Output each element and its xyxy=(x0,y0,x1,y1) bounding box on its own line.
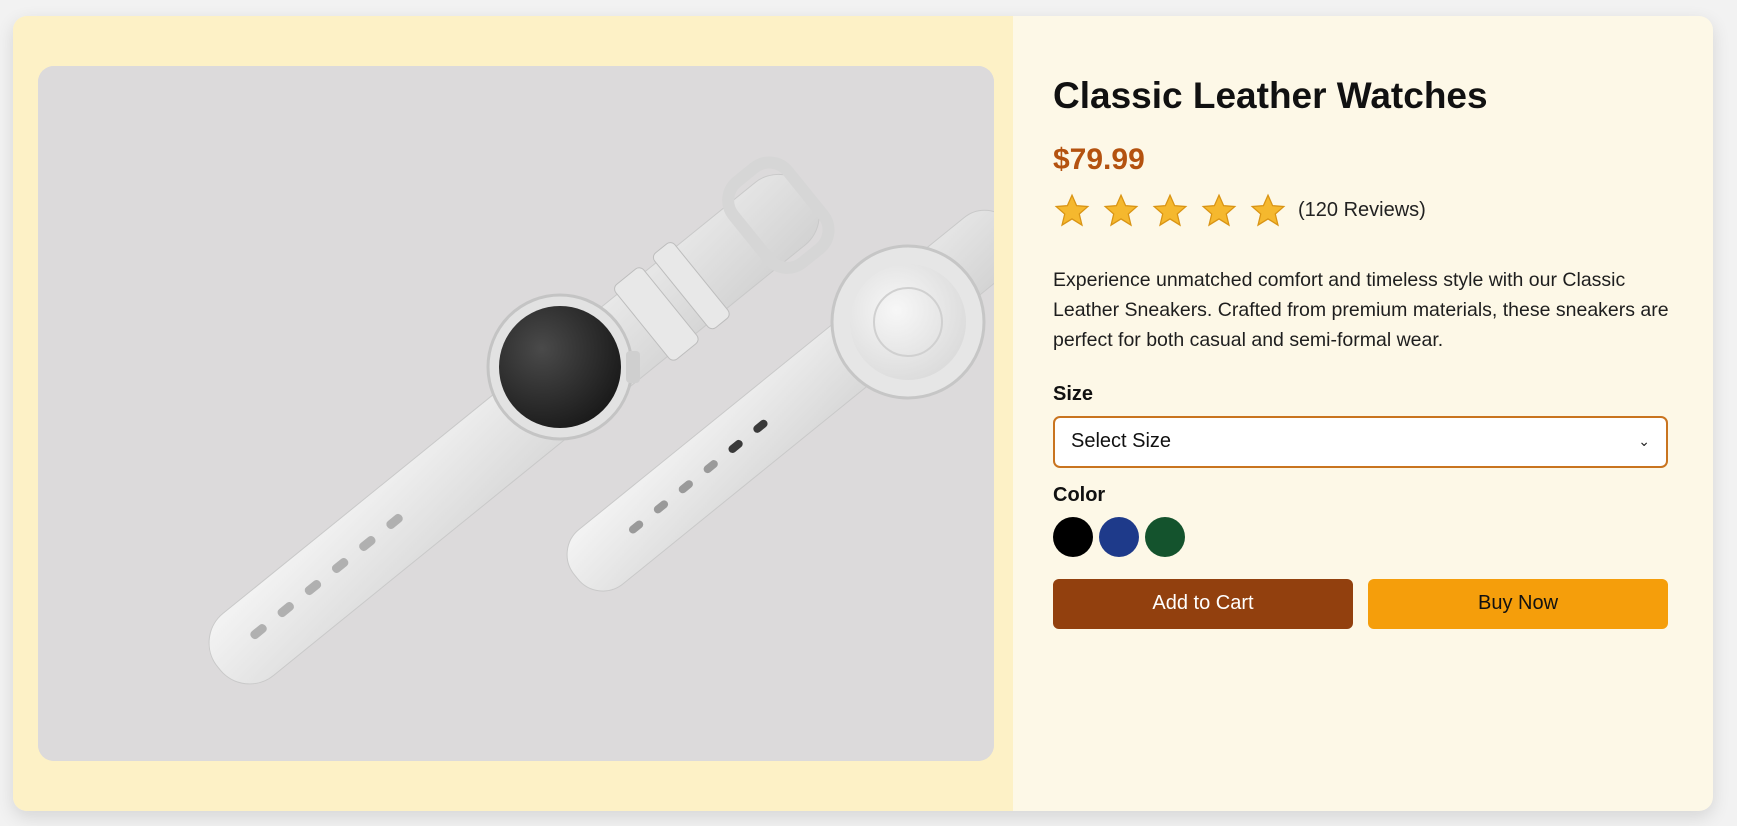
color-swatch-green[interactable] xyxy=(1145,516,1185,557)
product-info: Classic Leather Watches $79.99 (120 Revi… xyxy=(1013,16,1713,811)
size-label: Size xyxy=(1053,382,1094,405)
action-buttons: Add to Cart Buy Now xyxy=(1053,578,1673,629)
buy-now-button[interactable]: Buy Now xyxy=(1368,578,1668,629)
star-icon xyxy=(1054,193,1090,227)
image-panel xyxy=(13,16,1013,811)
product-price: $79.99 xyxy=(1053,142,1145,176)
color-label: Color xyxy=(1053,483,1106,506)
product-title: Classic Leather Watches xyxy=(1053,75,1488,116)
product-description: Experience unmatched comfort and timeles… xyxy=(1053,268,1669,351)
product-image xyxy=(38,66,994,761)
chevron-down-icon: ⌄ xyxy=(1638,433,1650,450)
color-swatch-black[interactable] xyxy=(1053,516,1093,557)
star-icon xyxy=(1201,193,1237,227)
add-to-cart-button[interactable]: Add to Cart xyxy=(1053,578,1353,629)
product-card: Classic Leather Watches $79.99 (120 Revi… xyxy=(13,16,1713,811)
color-swatch-blue[interactable] xyxy=(1099,516,1139,557)
star-icon xyxy=(1152,193,1188,227)
watch-illustration xyxy=(38,66,994,761)
size-select[interactable]: Select Size ⌄ xyxy=(1053,415,1668,468)
size-select-value: Select Size xyxy=(1071,430,1172,453)
rating: (120 Reviews) xyxy=(1053,191,1673,231)
review-count: (120 Reviews) xyxy=(1298,199,1426,222)
star-icon xyxy=(1103,193,1139,227)
star-icon xyxy=(1250,193,1286,227)
color-swatches xyxy=(1053,516,1673,557)
